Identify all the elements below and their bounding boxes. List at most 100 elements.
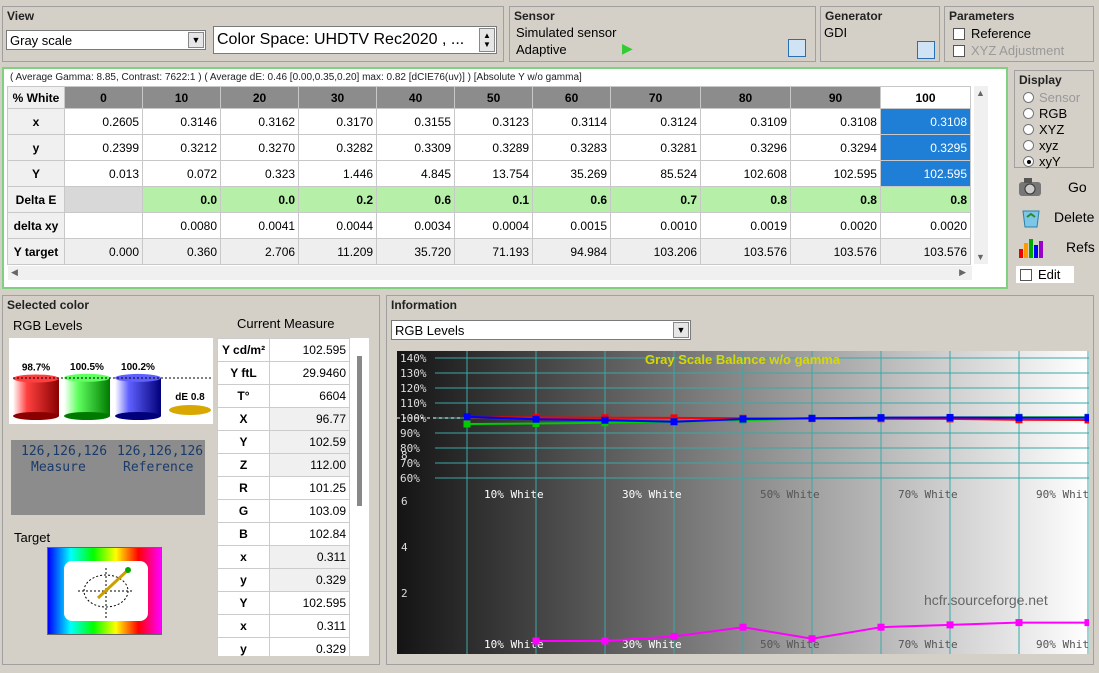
colorspace-select[interactable]: Color Space: UHDTV Rec2020 , ... ▲ ▼ <box>213 26 497 54</box>
table-cell[interactable]: 0.0010 <box>610 212 702 239</box>
column-header[interactable]: 60 <box>532 86 612 109</box>
table-cell[interactable]: 0.360 <box>142 238 222 265</box>
display-radio-xyz[interactable]: xyz <box>1023 137 1080 153</box>
table-cell[interactable]: 0.323 <box>220 160 300 187</box>
table-cell[interactable]: 85.524 <box>610 160 702 187</box>
column-header[interactable]: 80 <box>700 86 792 109</box>
table-cell[interactable]: 0.3146 <box>142 108 222 135</box>
column-header[interactable]: 70 <box>610 86 702 109</box>
display-radio-rgb[interactable]: RGB <box>1023 105 1080 121</box>
edit-checkbox[interactable]: Edit <box>1016 266 1074 283</box>
table-cell[interactable]: 0.3155 <box>376 108 456 135</box>
table-cell[interactable]: 35.720 <box>376 238 456 265</box>
table-cell[interactable]: 0.3294 <box>790 134 881 161</box>
table-cell[interactable]: 0.7 <box>610 186 702 213</box>
table-cell[interactable] <box>63 212 144 239</box>
table-cell[interactable]: 103.576 <box>879 238 972 265</box>
column-header[interactable]: 50 <box>454 86 534 109</box>
table-cell[interactable]: 0.0034 <box>376 212 456 239</box>
table-cell[interactable]: 71.193 <box>454 238 534 265</box>
table-cell[interactable]: 2.706 <box>220 238 300 265</box>
table-cell[interactable]: 0.000 <box>63 238 144 265</box>
table-cell[interactable]: 0.3109 <box>700 108 792 135</box>
xyz-adjustment-checkbox[interactable]: XYZ Adjustment <box>953 43 1064 58</box>
scroll-down-icon[interactable]: ▼ <box>976 252 985 262</box>
column-header[interactable]: 30 <box>298 86 378 109</box>
view-mode-select[interactable]: Gray scale ▼ <box>6 30 206 50</box>
column-header[interactable]: 100 <box>879 86 972 109</box>
column-header[interactable]: 20 <box>220 86 300 109</box>
table-cell[interactable]: 0.0041 <box>220 212 300 239</box>
play-icon[interactable]: ▶ <box>622 40 633 57</box>
row-header[interactable]: Delta E <box>7 186 65 213</box>
table-cell[interactable]: 0.3124 <box>610 108 702 135</box>
scroll-right-icon[interactable]: ▶ <box>959 267 966 278</box>
row-header[interactable]: delta xy <box>7 212 65 239</box>
table-cell[interactable]: 0.6 <box>532 186 612 213</box>
table-cell[interactable]: 0.3295 <box>879 134 972 161</box>
table-cell[interactable]: 4.845 <box>376 160 456 187</box>
column-header[interactable]: 90 <box>790 86 881 109</box>
row-header[interactable]: y <box>7 134 65 161</box>
table-cell[interactable]: 0.8 <box>879 186 972 213</box>
spin-icon[interactable]: ▲ ▼ <box>479 28 495 52</box>
table-cell[interactable]: 0.1 <box>454 186 534 213</box>
table-cell[interactable]: 0.0 <box>220 186 300 213</box>
column-header[interactable]: 10 <box>142 86 222 109</box>
generator-config-icon[interactable] <box>917 41 935 59</box>
display-radio-xyy[interactable]: xyY <box>1023 153 1080 169</box>
table-cell[interactable]: 0.0004 <box>454 212 534 239</box>
table-cell[interactable]: 0.2399 <box>63 134 144 161</box>
table-cell[interactable]: 0.2 <box>298 186 378 213</box>
table-cell[interactable]: 0.0019 <box>700 212 792 239</box>
display-radio-sensor[interactable]: Sensor <box>1023 89 1080 105</box>
table-cell[interactable]: 1.446 <box>298 160 378 187</box>
table-cell[interactable]: 0.3108 <box>879 108 972 135</box>
table-cell[interactable]: 0.3283 <box>532 134 612 161</box>
table-cell[interactable]: 0.3289 <box>454 134 534 161</box>
vertical-scrollbar[interactable]: ▲ ▼ <box>974 86 988 264</box>
delete-button[interactable]: Delete <box>1016 204 1094 230</box>
table-cell[interactable]: 0.8 <box>700 186 792 213</box>
table-cell[interactable]: 0.6 <box>376 186 456 213</box>
row-header[interactable]: Y target <box>7 238 65 265</box>
table-cell[interactable]: 0.3162 <box>220 108 300 135</box>
table-cell[interactable]: 0.072 <box>142 160 222 187</box>
table-cell[interactable]: 0.3281 <box>610 134 702 161</box>
table-cell[interactable]: 94.984 <box>532 238 612 265</box>
measure-scrollbar[interactable] <box>357 356 362 506</box>
table-cell[interactable]: 0.3309 <box>376 134 456 161</box>
table-cell[interactable]: 0.3108 <box>790 108 881 135</box>
table-cell[interactable]: 0.3170 <box>298 108 378 135</box>
table-cell[interactable]: 35.269 <box>532 160 612 187</box>
row-header[interactable]: Y <box>7 160 65 187</box>
table-cell[interactable]: 103.576 <box>700 238 792 265</box>
table-cell[interactable]: 11.209 <box>298 238 378 265</box>
table-cell[interactable]: 0.0 <box>142 186 222 213</box>
table-cell[interactable]: 0.3114 <box>532 108 612 135</box>
table-cell[interactable]: 0.013 <box>63 160 144 187</box>
table-cell[interactable]: 0.3212 <box>142 134 222 161</box>
table-cell[interactable]: 0.0020 <box>879 212 972 239</box>
table-cell[interactable]: 0.0015 <box>532 212 612 239</box>
table-cell[interactable]: 102.608 <box>700 160 792 187</box>
measurement-grid[interactable]: % White 0 10 20 30 40 50 60 70 80 90 100 x 0.2605 0.31… <box>7 86 972 265</box>
table-cell[interactable]: 0.3296 <box>700 134 792 161</box>
table-cell[interactable]: 0.3282 <box>298 134 378 161</box>
column-header[interactable]: 40 <box>376 86 456 109</box>
table-cell[interactable]: 103.206 <box>610 238 702 265</box>
table-cell[interactable]: 0.8 <box>790 186 881 213</box>
table-cell[interactable]: 0.0080 <box>142 212 222 239</box>
column-header[interactable]: 0 <box>63 86 144 109</box>
row-header[interactable]: x <box>7 108 65 135</box>
information-select[interactable]: RGB Levels ▼ <box>391 320 691 340</box>
sensor-config-icon[interactable] <box>788 39 806 57</box>
table-cell[interactable]: 102.595 <box>879 160 972 187</box>
horizontal-scrollbar[interactable]: ◀ ▶ <box>8 266 972 280</box>
table-cell[interactable]: 13.754 <box>454 160 534 187</box>
table-cell[interactable] <box>63 186 144 213</box>
reference-checkbox[interactable]: Reference <box>953 26 1031 41</box>
go-button[interactable]: Go <box>1016 174 1087 200</box>
table-cell[interactable]: 0.3270 <box>220 134 300 161</box>
table-cell[interactable]: 0.0020 <box>790 212 881 239</box>
